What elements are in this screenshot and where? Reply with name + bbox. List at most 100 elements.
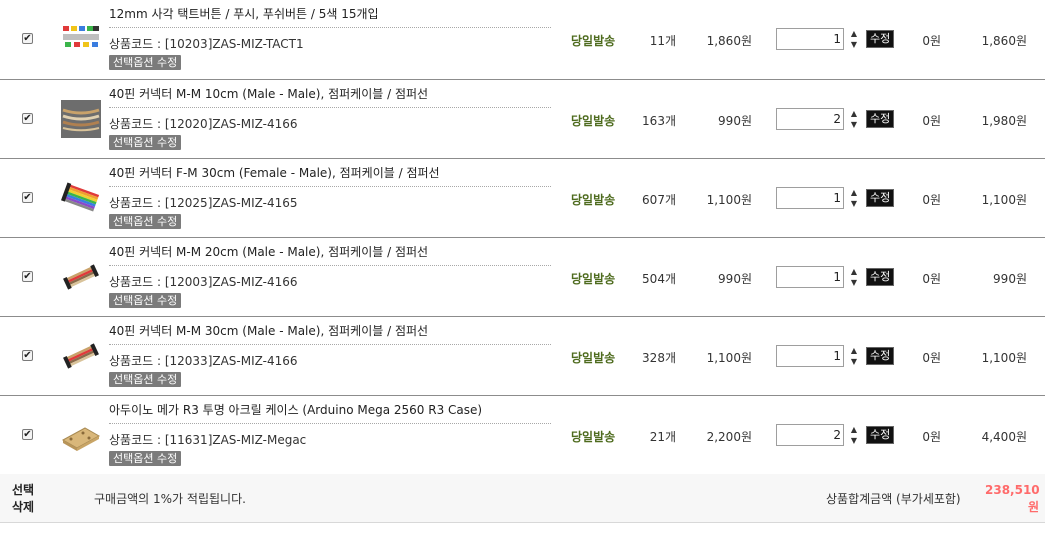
chevron-up-icon[interactable]: ▲ [848,266,860,277]
divider [109,186,551,187]
quantity-input[interactable]: 2 [776,424,844,446]
edit-option-button[interactable]: 선택옵션 수정 [109,451,182,466]
row-total: 1,860원 [981,34,1027,48]
chevron-up-icon[interactable]: ▲ [848,108,860,119]
jumper-cable-icon[interactable] [61,258,101,296]
sum-value-amount: 238,510 [985,483,1040,497]
chevron-up-icon[interactable]: ▲ [848,345,860,356]
chevron-up-icon[interactable]: ▲ [848,424,860,435]
chevron-up-icon[interactable]: ▲ [848,28,860,39]
modify-quantity-button[interactable]: 수정 [866,30,895,48]
cart-footer: 선택 삭제 구매금액의 1%가 적립됩니다. 상품합계금액 (부가세포함) 23… [0,474,1045,523]
product-info: 40핀 커넥터 M-M 30cm (Male - Male), 점퍼케이블 / … [109,317,551,395]
chevron-down-icon[interactable]: ▼ [848,356,860,367]
product-name[interactable]: 40핀 커넥터 F-M 30cm (Female - Male), 점퍼케이블 … [109,164,440,181]
row-checkbox[interactable]: ✔ [22,271,33,282]
discount: 0원 [922,272,941,286]
quantity-spinner[interactable]: ▲ ▼ [848,28,860,50]
quantity-input[interactable]: 2 [776,108,844,130]
edit-option-button[interactable]: 선택옵션 수정 [109,293,182,308]
chevron-down-icon[interactable]: ▼ [848,119,860,130]
unit-price: 990원 [718,272,752,286]
product-code: 상품코드 : [12020]ZAS-MIZ-4166 [109,117,298,131]
cart-row: ✔ 40핀 커넥터 F-M 30cm (Female - Male), 점퍼케이… [0,159,1045,238]
divider [109,27,551,28]
row-checkbox[interactable]: ✔ [22,113,33,124]
product-name[interactable]: 아두이노 메가 R3 투명 아크릴 케이스 (Arduino Mega 2560… [109,401,482,418]
acrylic-case-icon[interactable] [61,416,101,454]
modify-quantity-button[interactable]: 수정 [866,110,895,128]
product-code: 상품코드 : [12033]ZAS-MIZ-4166 [109,354,298,368]
product-info: 12mm 사각 택트버튼 / 푸시, 푸쉬버튼 / 5색 15개입 상품코드 :… [109,0,551,78]
divider [109,265,551,266]
divider [109,107,551,108]
row-total: 1,980원 [981,114,1027,128]
discount: 0원 [922,34,941,48]
product-info: 40핀 커넥터 F-M 30cm (Female - Male), 점퍼케이블 … [109,159,551,237]
product-info: 아두이노 메가 R3 투명 아크릴 케이스 (Arduino Mega 2560… [109,396,551,474]
cart-row: ✔ 40핀 커넥터 M-M 30cm (Male - Male), 점퍼케이블 … [0,317,1045,396]
discount: 0원 [922,114,941,128]
product-code: 상품코드 : [12003]ZAS-MIZ-4166 [109,275,298,289]
ribbon-cable-icon[interactable] [61,179,101,217]
product-name[interactable]: 40핀 커넥터 M-M 10cm (Male - Male), 점퍼케이블 / … [109,85,428,102]
stock-count: 163개 [642,114,676,128]
product-name[interactable]: 40핀 커넥터 M-M 20cm (Male - Male), 점퍼케이블 / … [109,243,428,260]
edit-option-button[interactable]: 선택옵션 수정 [109,372,182,387]
product-name[interactable]: 12mm 사각 택트버튼 / 푸시, 푸쉬버튼 / 5색 15개입 [109,5,379,22]
quantity-input[interactable]: 1 [776,345,844,367]
modify-quantity-button[interactable]: 수정 [866,189,895,207]
product-code: 상품코드 : [10203]ZAS-MIZ-TACT1 [109,37,304,51]
modify-quantity-button[interactable]: 수정 [866,426,895,444]
stock-count: 21개 [649,430,676,444]
delete-label-line2[interactable]: 삭제 [12,499,38,516]
chevron-down-icon[interactable]: ▼ [848,435,860,446]
modify-quantity-button[interactable]: 수정 [866,347,895,365]
unit-price: 1,100원 [706,351,752,365]
quantity-spinner[interactable]: ▲ ▼ [848,345,860,367]
row-total: 990원 [993,272,1027,286]
row-total: 1,100원 [981,351,1027,365]
stock-count: 504개 [642,272,676,286]
sum-value: 238,510 원 [985,482,1040,516]
quantity-spinner[interactable]: ▲ ▼ [848,187,860,209]
shipping-status: 당일발송 [571,272,616,286]
delete-label-line1[interactable]: 선택 [12,482,38,499]
edit-option-button[interactable]: 선택옵션 수정 [109,135,182,150]
product-code: 상품코드 : [12025]ZAS-MIZ-4165 [109,196,298,210]
quantity-input[interactable]: 1 [776,187,844,209]
row-checkbox[interactable]: ✔ [22,350,33,361]
quantity-input[interactable]: 1 [776,266,844,288]
sum-label: 상품합계금액 (부가세포함) [826,492,961,506]
delete-selected-button[interactable]: 선택 삭제 [12,482,38,516]
edit-option-button[interactable]: 선택옵션 수정 [109,55,182,70]
quantity-spinner[interactable]: ▲ ▼ [848,108,860,130]
jumper-cable-icon[interactable] [61,337,101,375]
tact-button-icon[interactable] [61,20,101,58]
cart-row: ✔ 40핀 커넥터 M-M 10cm (Male - Male), 점퍼케이블 … [0,80,1045,159]
sum-value-unit: 원 [1027,500,1039,514]
shipping-status: 당일발송 [571,114,616,128]
chevron-down-icon[interactable]: ▼ [848,277,860,288]
shipping-status: 당일발송 [571,193,616,207]
unit-price: 1,100원 [706,193,752,207]
row-total: 1,100원 [981,193,1027,207]
row-checkbox[interactable]: ✔ [22,192,33,203]
row-checkbox[interactable]: ✔ [22,429,33,440]
shipping-status: 당일발송 [571,34,616,48]
edit-option-button[interactable]: 선택옵션 수정 [109,214,182,229]
modify-quantity-button[interactable]: 수정 [866,268,895,286]
row-checkbox[interactable]: ✔ [22,33,33,44]
product-name[interactable]: 40핀 커넥터 M-M 30cm (Male - Male), 점퍼케이블 / … [109,322,428,339]
quantity-spinner[interactable]: ▲ ▼ [848,424,860,446]
quantity-spinner[interactable]: ▲ ▼ [848,266,860,288]
divider [109,344,551,345]
shipping-status: 당일발송 [571,351,616,365]
discount: 0원 [922,193,941,207]
product-code: 상품코드 : [11631]ZAS-MIZ-Megac [109,433,307,447]
chevron-down-icon[interactable]: ▼ [848,198,860,209]
jumper-cable-icon[interactable] [61,100,101,138]
chevron-up-icon[interactable]: ▲ [848,187,860,198]
chevron-down-icon[interactable]: ▼ [848,39,860,50]
quantity-input[interactable]: 1 [776,28,844,50]
